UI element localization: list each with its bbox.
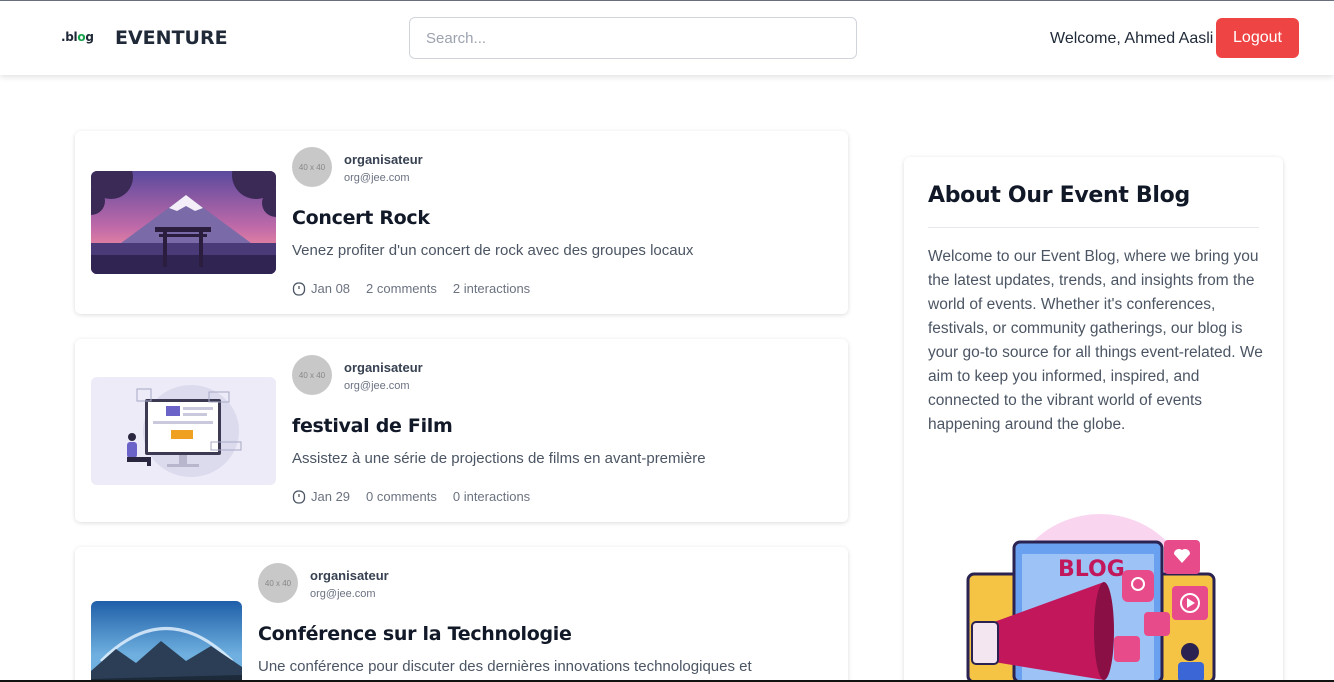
post-date-text: Jan 08 bbox=[311, 281, 351, 296]
illustration-blog-text: BLOG bbox=[1058, 557, 1125, 582]
avatar: 40 x 40 bbox=[292, 355, 332, 395]
search-input[interactable] bbox=[409, 17, 857, 59]
logo-text-prefix: .bl bbox=[61, 30, 78, 44]
post-comments[interactable]: 2 comments bbox=[366, 281, 437, 296]
author-name: organisateur bbox=[344, 360, 423, 375]
avatar: 40 x 40 bbox=[258, 563, 298, 603]
post-card[interactable]: 40 x 40 organisateur org@jee.com festiva… bbox=[75, 339, 848, 522]
post-date: Jan 29 bbox=[292, 489, 350, 504]
post-card[interactable]: 40 x 40 organisateur org@jee.com Concert… bbox=[75, 131, 848, 314]
brand-name[interactable]: EVENTURE bbox=[115, 27, 228, 49]
blog-illustration: BLOG bbox=[964, 512, 1224, 682]
post-interactions[interactable]: 0 interactions bbox=[453, 489, 530, 504]
post-title[interactable]: festival de Film bbox=[292, 415, 453, 437]
post-title[interactable]: Conférence sur la Technologie bbox=[258, 623, 572, 645]
post-meta: Jan 29 0 comments 0 interactions bbox=[292, 489, 530, 504]
post-description: Assistez à une série de projections de f… bbox=[292, 450, 706, 467]
sidebar-text: Welcome to our Event Blog, where we brin… bbox=[928, 248, 1263, 433]
author-name: organisateur bbox=[310, 568, 389, 583]
clock-icon bbox=[292, 489, 306, 504]
sidebar-divider bbox=[928, 227, 1259, 228]
sidebar-title: About Our Event Blog bbox=[928, 183, 1190, 208]
post-interactions[interactable]: 2 interactions bbox=[453, 281, 530, 296]
avatar: 40 x 40 bbox=[292, 147, 332, 187]
navbar: .blog EVENTURE Welcome, Ahmed Aasli Logo… bbox=[0, 1, 1334, 75]
author-email: org@jee.com bbox=[344, 172, 410, 184]
post-image-film-illustration[interactable] bbox=[91, 377, 276, 485]
welcome-text: Welcome, Ahmed Aasli bbox=[1050, 30, 1214, 47]
post-card[interactable]: 40 x 40 organisateur org@jee.com Confére… bbox=[75, 547, 848, 682]
author-email: org@jee.com bbox=[344, 380, 410, 392]
post-image-aurora-landscape[interactable] bbox=[91, 601, 242, 682]
clock-icon bbox=[292, 281, 306, 296]
post-meta: Jan 08 2 comments 2 interactions bbox=[292, 281, 530, 296]
post-description: Venez profiter d'un concert de rock avec… bbox=[292, 242, 694, 259]
post-title[interactable]: Concert Rock bbox=[292, 207, 430, 229]
blog-logo[interactable]: .blog bbox=[61, 30, 94, 44]
post-image-mountain-torii[interactable] bbox=[91, 171, 276, 274]
post-description: Une conférence pour discuter des dernièr… bbox=[258, 658, 752, 675]
author-email: org@jee.com bbox=[310, 588, 376, 600]
author-name: organisateur bbox=[344, 152, 423, 167]
post-comments[interactable]: 0 comments bbox=[366, 489, 437, 504]
about-sidebar: About Our Event Blog Welcome to our Even… bbox=[904, 157, 1283, 682]
post-date-text: Jan 29 bbox=[311, 489, 351, 504]
logo-text-suffix: g bbox=[85, 30, 94, 44]
logout-button[interactable]: Logout bbox=[1216, 18, 1299, 58]
post-date: Jan 08 bbox=[292, 281, 350, 296]
